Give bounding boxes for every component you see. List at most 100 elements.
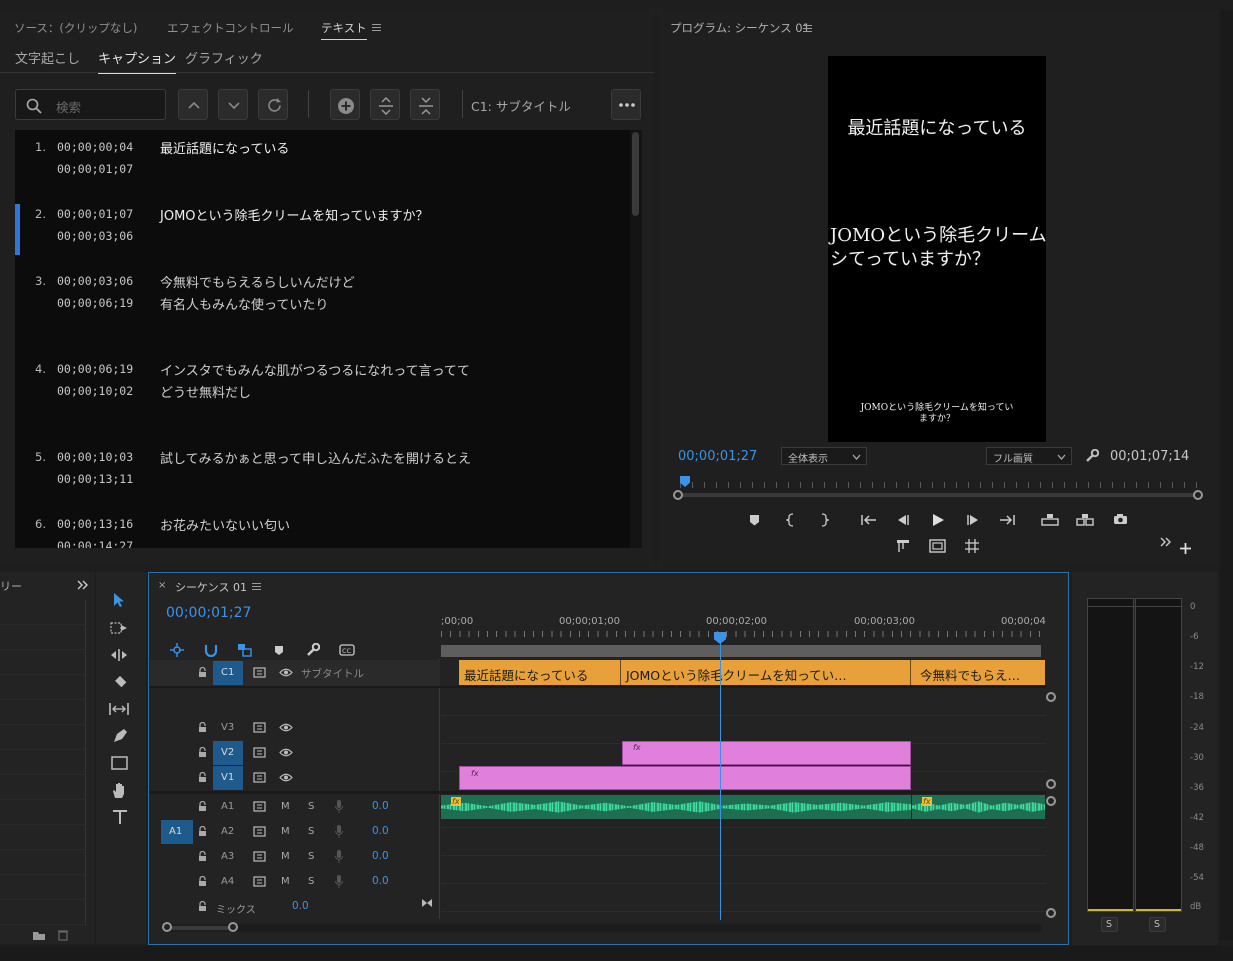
caption-clip[interactable]: 最近話題になっている [459,660,621,685]
eye-icon[interactable] [279,668,293,677]
eye-icon[interactable] [279,723,293,732]
type-tool-icon[interactable] [112,809,128,825]
zoom-scroll-handle-right[interactable] [228,922,238,932]
step-forward-icon[interactable] [966,514,980,526]
sync-lock-icon[interactable] [253,667,266,678]
ripple-edit-tool-icon[interactable] [110,648,128,662]
track-name[interactable]: A2 [221,826,234,837]
program-monitor-title[interactable]: プログラム: シーケンス 01 [670,20,810,36]
zoom-scroll-thumb[interactable] [167,926,233,930]
caption-text[interactable]: JOMOという除毛クリームを知っていますか？ [160,206,428,228]
track-volume[interactable]: 0.0 [372,800,389,812]
caption-row[interactable]: 6. 00;00;13;16 00;00;14;27 お花みたいないい匂い [15,507,627,548]
mute-button[interactable]: M [281,801,290,812]
track-name[interactable]: V3 [221,722,234,733]
add-marker-icon[interactable] [274,645,284,656]
folder-icon[interactable] [32,930,46,941]
track-target-v2[interactable]: V2 [213,741,243,765]
timeline-zoom-scrollbar[interactable] [162,924,1042,932]
caption-out-time[interactable]: 00;00;03;06 [57,229,133,243]
lift-icon[interactable] [1041,513,1059,526]
caption-row[interactable]: 3. 00;00;03;06 00;00;06;19 今無料でもらえるらしいんだ… [15,264,627,331]
video-scroll-bottom-handle[interactable] [1046,779,1056,789]
zoom-handle-left[interactable] [673,490,683,500]
sync-lock-icon[interactable] [253,851,266,862]
lock-icon[interactable] [198,851,207,862]
split-caption-button[interactable] [370,89,400,120]
audio-scroll-top-handle[interactable] [1046,796,1056,806]
linked-selection-icon[interactable] [237,643,253,657]
selection-tool-icon[interactable] [112,592,126,608]
tab-effect-controls[interactable]: エフェクトコントロール [167,20,294,36]
subtab-transcript[interactable]: 文字起こし [15,48,80,67]
video-clip-v1[interactable]: fx [459,766,911,790]
next-caption-button[interactable] [218,89,248,120]
track-volume[interactable]: 0.0 [372,850,389,862]
caption-list-scrollbar[interactable] [630,130,642,548]
quality-select[interactable]: フル画質 [986,447,1072,465]
play-icon[interactable] [931,513,945,527]
hand-tool-icon[interactable] [111,782,127,799]
subtab-captions[interactable]: キャプション [98,48,177,74]
caption-text[interactable]: 今無料でもらえるらしいんだけど 有名人もみんな使っていたり [160,273,355,317]
caption-in-time[interactable]: 00;00;13;16 [57,517,133,531]
audio-clip-a1[interactable]: fx [441,795,911,819]
sync-lock-icon[interactable] [253,747,266,758]
microphone-icon[interactable] [335,800,343,813]
eye-icon[interactable] [279,773,293,782]
caption-in-time[interactable]: 00;00;03;06 [57,274,133,288]
lock-icon[interactable] [198,772,207,783]
sync-lock-icon[interactable] [253,772,266,783]
source-patch-a1[interactable]: A1 [161,820,193,844]
zoom-handle-right[interactable] [1193,490,1203,500]
caption-text[interactable]: 試してみるかぁと思って申し込んだふたを開けるとえ [160,449,471,471]
tab-source[interactable]: ソース：(クリップなし) [14,20,137,36]
add-caption-button[interactable] [330,89,360,120]
zoom-select[interactable]: 全体表示 [781,447,867,465]
solo-right-button[interactable]: S [1149,917,1166,932]
video-clip-v2[interactable]: fx [622,741,911,765]
trash-icon[interactable] [57,929,69,941]
project-panel-label[interactable]: リー [0,578,22,594]
mute-button[interactable]: M [281,826,290,837]
caption-out-time[interactable]: 00;00;10;02 [57,384,133,398]
caption-clip[interactable]: 今無料でもらえ… [911,660,1045,685]
lock-icon[interactable] [198,801,207,812]
add-button-icon[interactable] [1180,543,1191,554]
go-to-in-icon[interactable] [861,514,877,526]
mark-in-icon[interactable] [786,513,796,527]
track-name[interactable]: A1 [221,801,234,812]
panel-menu-icon[interactable] [372,24,381,31]
track-target-c1[interactable]: C1 [213,661,243,685]
lock-icon[interactable] [198,826,207,837]
solo-button[interactable]: S [308,826,314,837]
marker-icon[interactable] [749,514,760,526]
caption-row[interactable]: 1. 00;00;00;04 00;00;01;07 最近話題になっている [15,130,627,197]
pen-tool-icon[interactable] [112,728,128,744]
trim-toggle-icon[interactable] [896,539,910,553]
prev-caption-button[interactable] [178,89,208,120]
program-current-timecode[interactable]: 00;00;01;27 [678,449,757,464]
caption-out-time[interactable]: 00;00;14;27 [57,539,133,548]
scrollbar-thumb[interactable] [632,132,639,216]
caption-in-time[interactable]: 00;00;06;19 [57,362,133,376]
panel-menu-icon[interactable] [252,583,261,590]
caption-out-time[interactable]: 00;00;01;07 [57,162,133,176]
solo-button[interactable]: S [308,851,314,862]
mix-toggle-icon[interactable] [421,898,433,908]
lock-icon[interactable] [198,667,207,678]
panel-overflow-icon[interactable] [77,580,88,590]
wrench-icon[interactable] [306,643,320,657]
caption-row-selected[interactable]: 2. 00;00;01;07 00;00;03;06 JOMOという除毛クリーム… [15,197,627,264]
sequence-tab[interactable]: シーケンス 01 [175,579,247,595]
timeline-ruler[interactable]: ;00;00 00;00;01;00 00;00;02;00 00;00;03;… [441,613,1046,658]
caption-row[interactable]: 5. 00;00;10;03 00;00;13;11 試してみるかぁと思って申し… [15,440,627,507]
audio-clip-a1-second[interactable]: fx [912,795,1045,819]
solo-button[interactable]: S [308,801,314,812]
close-tab-icon[interactable]: × [158,580,166,591]
lock-icon[interactable] [198,901,207,912]
sync-lock-icon[interactable] [253,801,266,812]
insert-sequence-icon[interactable] [170,643,184,657]
sync-lock-icon[interactable] [253,876,266,887]
lock-icon[interactable] [198,722,207,733]
